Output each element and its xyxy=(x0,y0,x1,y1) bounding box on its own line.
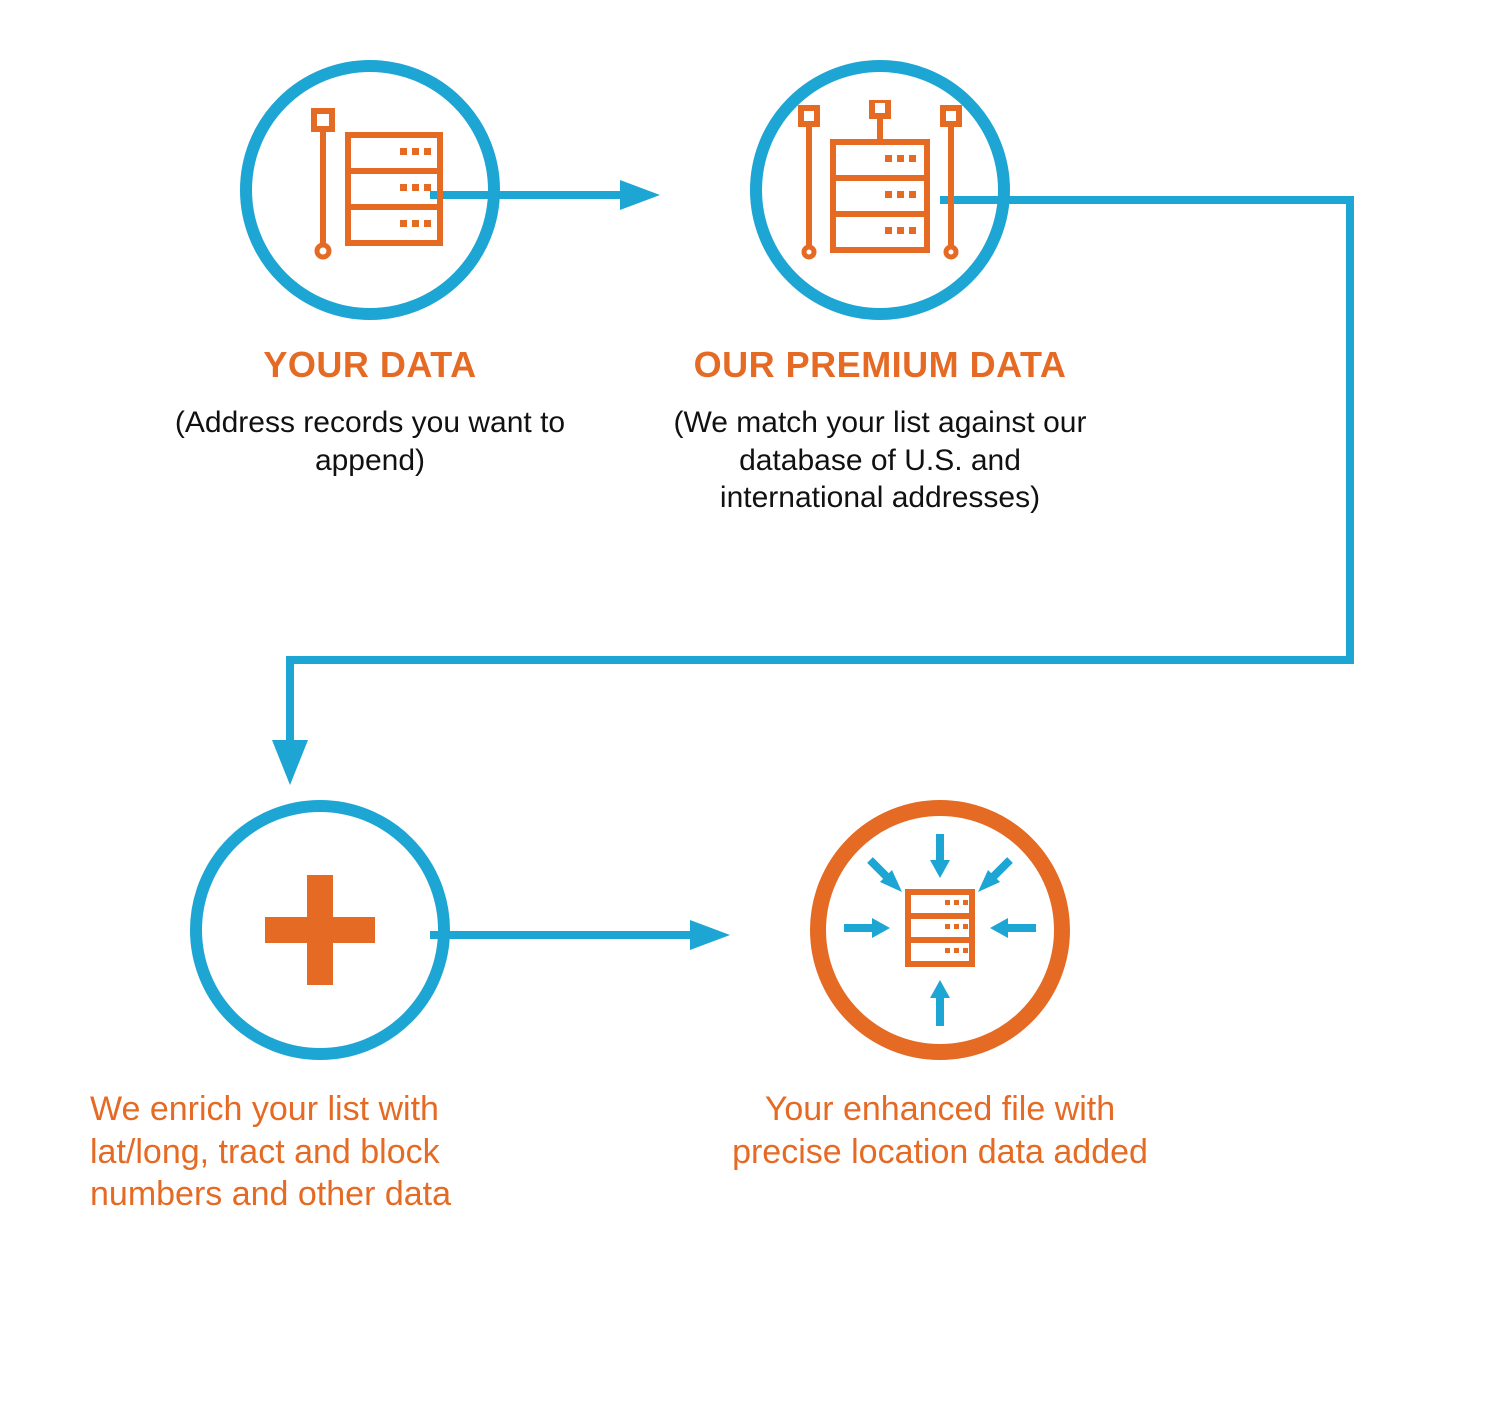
circle-enrich xyxy=(190,800,450,1060)
step-your-data: YOUR DATA (Address records you want to a… xyxy=(160,60,580,479)
step-result: Your enhanced file with precise location… xyxy=(730,800,1150,1173)
server-arrows-in-icon xyxy=(830,820,1050,1040)
circle-your-data xyxy=(240,60,500,320)
step-title: YOUR DATA xyxy=(263,344,476,386)
server-multi-icon xyxy=(785,100,975,280)
step-subtitle: (Address records you want to append) xyxy=(160,404,580,479)
circle-result xyxy=(810,800,1070,1060)
step-subtitle: Your enhanced file with precise location… xyxy=(730,1088,1150,1173)
process-diagram: YOUR DATA (Address records you want to a… xyxy=(0,0,1501,1409)
circle-our-premium-data xyxy=(750,60,1010,320)
server-single-icon xyxy=(290,105,450,275)
step-subtitle: We enrich your list with lat/long, tract… xyxy=(90,1088,510,1216)
step-enrich: We enrich your list with lat/long, tract… xyxy=(90,800,510,1216)
step-our-premium-data: OUR PREMIUM DATA (We match your list aga… xyxy=(660,60,1100,517)
plus-icon xyxy=(255,865,385,995)
step-subtitle: (We match your list against our database… xyxy=(660,404,1100,517)
step-title: OUR PREMIUM DATA xyxy=(694,344,1067,386)
